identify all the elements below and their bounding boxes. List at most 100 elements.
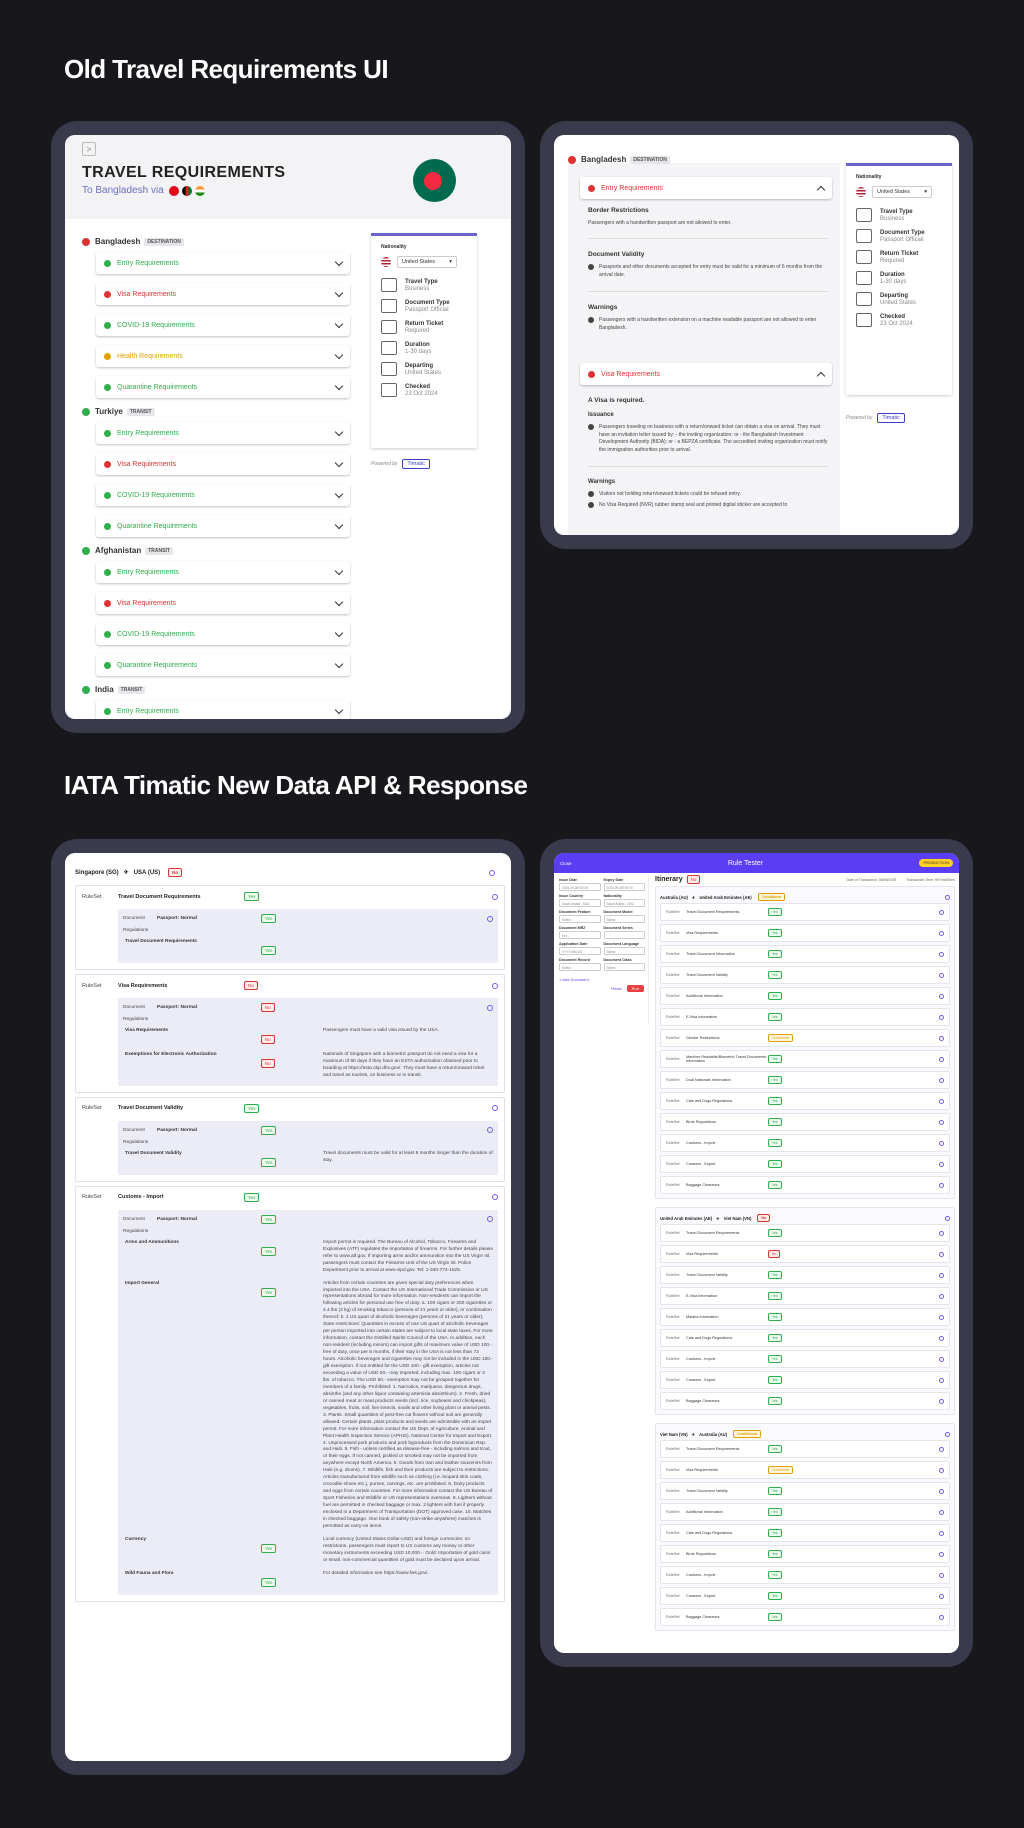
requirement-card[interactable]: Entry Requirements — [96, 561, 350, 583]
rule-toggle-icon[interactable] — [939, 951, 944, 957]
requirement-card[interactable]: COVID-19 Requirements — [96, 623, 350, 645]
rule-row[interactable]: RuleSet Cats and Dogs Regulations Yes — [660, 1329, 950, 1347]
rule-row[interactable]: RuleSet Malaria Information Yes — [660, 1308, 950, 1326]
requirement-card[interactable]: Quarantine Requirements — [96, 654, 350, 676]
form-field[interactable]: Document Model Select — [603, 910, 645, 923]
rule-toggle-icon[interactable] — [939, 972, 944, 978]
rule-row[interactable]: RuleSet Baggage Clearance Yes — [660, 1176, 950, 1194]
rule-toggle-icon[interactable] — [939, 1077, 944, 1083]
rule-row[interactable]: RuleSet Visa Requirements Yes — [660, 924, 950, 942]
rule-row[interactable]: RuleSet Additional Information Yes — [660, 1503, 950, 1521]
rule-toggle-icon[interactable] — [939, 1230, 944, 1236]
kebab-menu-icon[interactable]: ⋮ — [510, 143, 511, 154]
country-header[interactable]: India TRANSIT — [82, 685, 350, 694]
reset-button[interactable]: Reset — [611, 985, 621, 992]
run-button[interactable]: Run — [626, 985, 644, 992]
rule-row[interactable]: RuleSet Travel Document Validity Yes — [660, 966, 950, 984]
form-field[interactable]: Document Language Select — [603, 942, 645, 955]
rule-row[interactable]: RuleSet Travel Document Validity Yes — [660, 1482, 950, 1500]
rule-row[interactable]: RuleSet Customs - Export Yes — [660, 1587, 950, 1605]
form-field[interactable]: Document Series — [603, 926, 645, 939]
rule-toggle-icon[interactable] — [939, 1467, 944, 1473]
rule-toggle-icon[interactable] — [939, 930, 944, 936]
nationality-select[interactable]: United States ▾ — [872, 186, 932, 198]
requirement-card[interactable]: Quarantine Requirements — [96, 515, 350, 537]
requirement-card[interactable]: Visa Requirements — [96, 592, 350, 614]
rule-toggle-icon[interactable] — [939, 1251, 944, 1257]
rule-row[interactable]: RuleSet Travel Document Information Yes — [660, 945, 950, 963]
form-field[interactable]: Document Record Select — [559, 958, 601, 971]
rule-toggle-icon[interactable] — [939, 1035, 944, 1041]
rule-row[interactable]: RuleSet Machine Readable/Biometric Travel… — [660, 1050, 950, 1068]
rule-toggle-icon[interactable] — [939, 1488, 944, 1494]
rule-toggle-icon[interactable] — [939, 1446, 944, 1452]
leg-toggle-icon[interactable] — [945, 894, 950, 900]
rule-row[interactable]: RuleSet Baggage Clearance Yes — [660, 1608, 950, 1626]
rule-toggle-icon[interactable] — [939, 1377, 944, 1383]
rule-row[interactable]: RuleSet Travel Document Requirements Yes — [660, 1440, 950, 1458]
ruleset-toggle-icon[interactable] — [492, 1194, 498, 1201]
requirement-card[interactable]: Entry Requirements — [96, 252, 350, 274]
requirement-card[interactable]: Visa Requirements — [96, 283, 350, 305]
requirement-card[interactable]: Health Requirements — [96, 345, 350, 367]
requirement-card[interactable]: Visa Requirements — [96, 453, 350, 475]
rule-row[interactable]: RuleSet Baggage Clearance Yes — [660, 1392, 950, 1410]
requirement-card[interactable]: Entry Requirements — [96, 422, 350, 444]
document-toggle-icon[interactable] — [487, 1216, 493, 1223]
rule-row[interactable]: RuleSet Birds Regulations Yes — [660, 1113, 950, 1131]
requirement-card[interactable]: COVID-19 Requirements — [96, 484, 350, 506]
rule-row[interactable]: RuleSet Customs - Import Yes — [660, 1134, 950, 1152]
form-field[interactable]: Issue Date 2025-09-08T00:00 — [559, 878, 601, 891]
rule-row[interactable]: RuleSet Visa Requirements No — [660, 1245, 950, 1263]
rule-row[interactable]: RuleSet Customs - Export Yes — [660, 1371, 950, 1389]
rule-row[interactable]: RuleSet Gender Restrictions Conditional — [660, 1029, 950, 1047]
country-header[interactable]: Bangladesh DESTINATION — [82, 237, 350, 246]
expand-button[interactable]: > — [82, 142, 96, 156]
nationality-select[interactable]: United States ▾ — [397, 256, 457, 268]
rule-toggle-icon[interactable] — [939, 1593, 944, 1599]
rule-toggle-icon[interactable] — [939, 1140, 944, 1146]
rule-row[interactable]: RuleSet Cats and Dogs Regulations Yes — [660, 1524, 950, 1542]
requirement-card[interactable]: COVID-19 Requirements — [96, 314, 350, 336]
rule-row[interactable]: RuleSet Additional Information Yes — [660, 987, 950, 1005]
rule-row[interactable]: RuleSet E-Visa Information Yes — [660, 1287, 950, 1305]
rule-toggle-icon[interactable] — [939, 1614, 944, 1620]
rule-row[interactable]: RuleSet Travel Document Validity Yes — [660, 1266, 950, 1284]
rule-row[interactable]: RuleSet Birds Regulations Yes — [660, 1545, 950, 1563]
rule-toggle-icon[interactable] — [939, 1572, 944, 1578]
rule-toggle-icon[interactable] — [939, 1182, 944, 1188]
rule-toggle-icon[interactable] — [939, 1335, 944, 1341]
rule-toggle-icon[interactable] — [939, 1014, 944, 1020]
expand-route-icon[interactable] — [489, 869, 495, 876]
form-field[interactable]: Application Date YYYY-MM-DD — [559, 942, 601, 955]
leg-toggle-icon[interactable] — [945, 1215, 950, 1221]
requirement-card[interactable]: Entry Requirements — [96, 700, 350, 719]
rule-toggle-icon[interactable] — [939, 1119, 944, 1125]
document-toggle-icon[interactable] — [487, 915, 493, 922]
rule-row[interactable]: RuleSet Customs - Import Yes — [660, 1566, 950, 1584]
document-toggle-icon[interactable] — [487, 1127, 493, 1134]
ruleset-toggle-icon[interactable] — [492, 1105, 498, 1112]
rule-row[interactable]: RuleSet Customs - Import Yes — [660, 1350, 950, 1368]
visa-requirements-header[interactable]: Visa Requirements — [580, 363, 832, 385]
rule-row[interactable]: RuleSet E-Visa Information Yes — [660, 1008, 950, 1026]
country-header[interactable]: Afghanistan TRANSIT — [82, 546, 350, 555]
rule-toggle-icon[interactable] — [939, 1509, 944, 1515]
rule-toggle-icon[interactable] — [939, 1551, 944, 1557]
rule-toggle-icon[interactable] — [939, 1272, 944, 1278]
form-field[interactable]: Issue Country Saudi Arabia - SAU — [559, 894, 601, 907]
rule-toggle-icon[interactable] — [939, 1098, 944, 1104]
form-field[interactable]: Document Feature Select — [559, 910, 601, 923]
rule-toggle-icon[interactable] — [939, 1398, 944, 1404]
rule-toggle-icon[interactable] — [939, 1356, 944, 1362]
rule-row[interactable]: RuleSet Visa Requirements Conditional — [660, 1461, 950, 1479]
rule-row[interactable]: RuleSet Travel Document Requirements Yes — [660, 1224, 950, 1242]
rule-toggle-icon[interactable] — [939, 1314, 944, 1320]
rule-toggle-icon[interactable] — [939, 1056, 944, 1062]
leg-toggle-icon[interactable] — [945, 1431, 950, 1437]
rule-row[interactable]: RuleSet Travel Document Requirements Yes — [660, 903, 950, 921]
rule-toggle-icon[interactable] — [939, 993, 944, 999]
rule-toggle-icon[interactable] — [939, 909, 944, 915]
rule-row[interactable]: RuleSet Customs - Export Yes — [660, 1155, 950, 1173]
rule-row[interactable]: RuleSet Dual Nationals Information Yes — [660, 1071, 950, 1089]
